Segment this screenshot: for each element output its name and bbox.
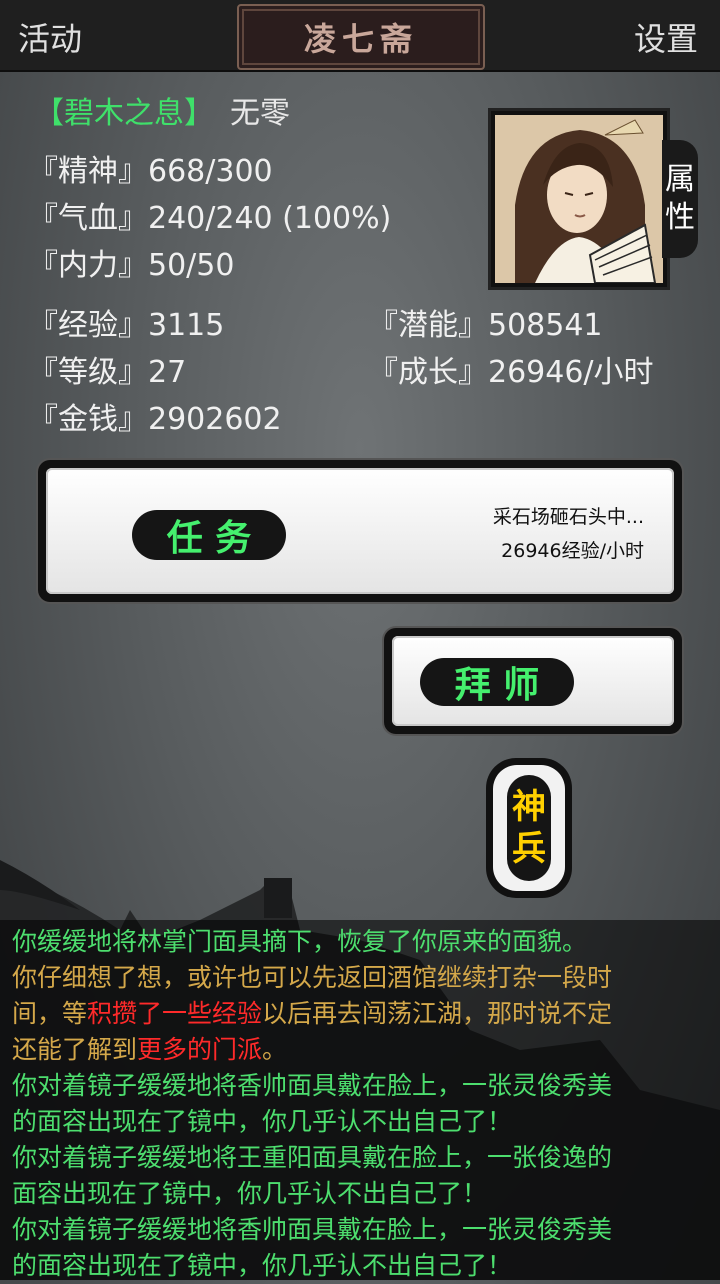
log-line: 你对着镜子缓缓地将香帅面具戴在脸上，一张灵俊秀美 <box>12 1215 613 1244</box>
task-button[interactable]: 任 务 采石场砸石头中... 26946经验/小时 <box>38 460 682 602</box>
log-segment: 还能了解到 <box>12 1035 138 1064</box>
portrait-image <box>495 115 663 283</box>
portrait-illustration <box>495 115 663 283</box>
log-highlight: 更多的门派 <box>137 1035 263 1064</box>
stat-growth: 『成长』26946/小时 <box>368 355 654 390</box>
message-log[interactable]: 你缓缓地将林掌门面具摘下，恢复了你原来的面貌。 你仔细想了想，或许也可以先返回酒… <box>0 920 720 1280</box>
log-line: 你仔细想了想，或许也可以先返回酒馆继续打杂一段时 <box>12 963 613 992</box>
faction-label: 【碧木之息】 <box>34 96 214 131</box>
log-line: 间，等积攒了一些经验以后再去闯荡江湖，那时说不定 <box>12 996 712 1032</box>
stat-level: 『等级』27 <box>28 355 187 390</box>
stat-potential: 『潜能』508541 <box>368 308 603 343</box>
log-line: 的面容出现在了镜中，你几乎认不出自己了！ <box>12 1251 513 1280</box>
log-segment: 以后再去闯荡江湖，那时说不定 <box>262 999 613 1028</box>
stat-inner-force: 『内力』50/50 <box>28 248 235 283</box>
settings-button[interactable]: 设置 <box>634 14 698 60</box>
log-segment: 间，等 <box>12 999 88 1028</box>
attributes-tab-char-2: 性 <box>665 200 695 235</box>
log-line: 你对着镜子缓缓地将王重阳面具戴在脸上，一张俊逸的 <box>12 1143 613 1172</box>
attributes-tab[interactable]: 属 性 <box>662 140 698 258</box>
mentor-button[interactable]: 拜 师 <box>384 628 682 734</box>
task-label: 任 务 <box>132 510 286 560</box>
character-name: 无零 <box>230 96 290 131</box>
log-line: 的面容出现在了镜中，你几乎认不出自己了！ <box>12 1107 513 1136</box>
log-segment: 。 <box>262 1035 288 1064</box>
stat-money: 『金钱』2902602 <box>28 402 282 437</box>
mentor-button-face: 拜 师 <box>392 636 674 726</box>
log-line: 面容出现在了镜中，你几乎认不出自己了！ <box>12 1179 488 1208</box>
title-plate: 凌七斋 <box>237 4 485 70</box>
task-status-line1: 采石场砸石头中... <box>492 506 644 528</box>
stat-spirit: 『精神』668/300 <box>28 154 273 189</box>
page-title: 凌七斋 <box>303 20 418 58</box>
stat-health: 『气血』240/240 (100%) <box>28 201 392 236</box>
activity-button[interactable]: 活动 <box>18 14 82 60</box>
log-line: 你缓缓地将林掌门面具摘下，恢复了你原来的面貌。 <box>12 927 588 956</box>
log-highlight: 积攒了一些经验 <box>87 999 263 1028</box>
log-line: 你对着镜子缓缓地将香帅面具戴在脸上，一张灵俊秀美 <box>12 1071 613 1100</box>
top-bar: 活动 凌七斋 设置 <box>0 0 720 72</box>
character-portrait[interactable] <box>488 108 670 290</box>
task-status-line2: 26946经验/小时 <box>501 540 644 562</box>
log-line: 还能了解到更多的门派。 <box>12 1032 712 1068</box>
stat-experience: 『经验』3115 <box>28 308 225 343</box>
task-button-face: 任 务 采石场砸石头中... 26946经验/小时 <box>46 468 674 594</box>
divine-weapon-char-1: 神 <box>512 787 546 827</box>
attributes-tab-char-1: 属 <box>665 162 695 197</box>
mentor-label: 拜 师 <box>420 658 574 706</box>
